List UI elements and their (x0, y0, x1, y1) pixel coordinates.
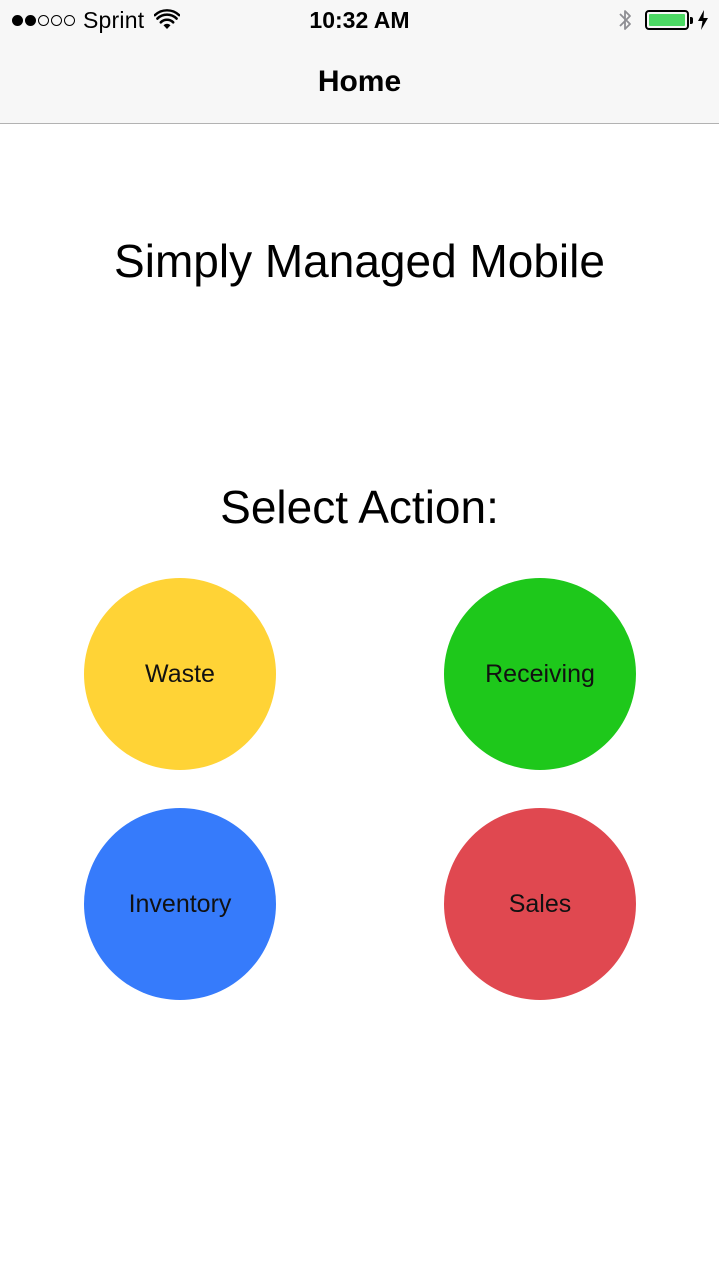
app-title: Simply Managed Mobile (114, 235, 605, 287)
status-time: 10:32 AM (309, 7, 410, 33)
receiving-button-label: Receiving (485, 659, 595, 688)
battery-cap (690, 17, 693, 24)
waste-button-label: Waste (145, 659, 215, 688)
nav-title: Home (317, 65, 402, 98)
battery-icon (645, 10, 693, 30)
waste-button[interactable]: Waste (84, 578, 276, 770)
home-screen: Sprint 10:32 AM Home Simply Managed Mobi… (0, 0, 719, 1280)
sales-button[interactable]: Sales (444, 808, 636, 1000)
status-bar-right (617, 6, 709, 34)
sales-button-label: Sales (508, 889, 572, 918)
inventory-button-label: Inventory (128, 889, 232, 918)
select-action-heading: Select Action: (220, 481, 499, 533)
receiving-button[interactable]: Receiving (444, 578, 636, 770)
battery-level (649, 14, 685, 26)
status-bar: Sprint 10:32 AM (0, 0, 719, 40)
charging-bolt-icon (698, 10, 708, 30)
navigation-bar: Home (0, 40, 719, 124)
bluetooth-icon (619, 10, 631, 30)
inventory-button[interactable]: Inventory (84, 808, 276, 1000)
